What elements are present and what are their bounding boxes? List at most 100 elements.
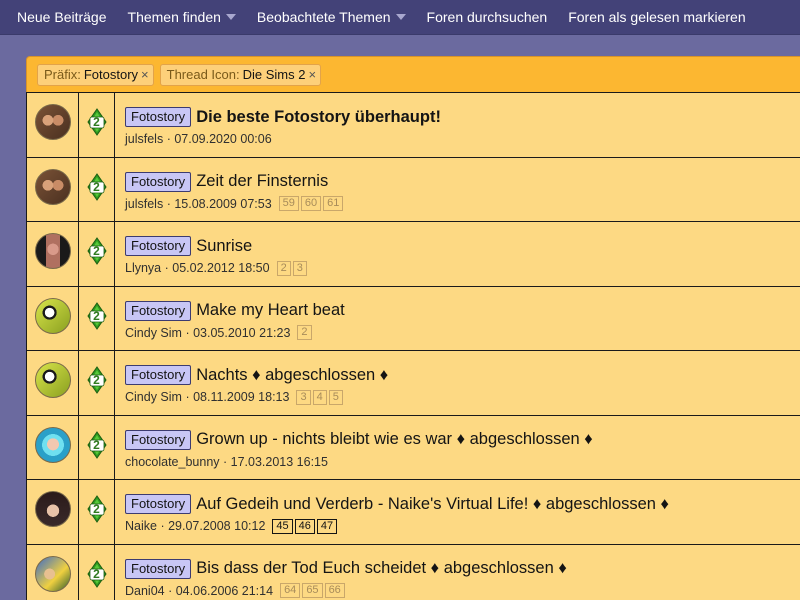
thread-title-link[interactable]: Auf Gedeih und Verderb - Naike's Virtual… [196, 495, 669, 514]
remove-filter-icon[interactable]: × [141, 67, 149, 82]
page-link[interactable]: 61 [323, 196, 344, 211]
thread-row[interactable]: 2 Fotostory Zeit der Finsternis julsfels · … [27, 157, 800, 222]
thread-title-line: Fotostory Sunrise [125, 235, 800, 257]
meta-separator: · [163, 196, 175, 211]
page-link[interactable]: 3 [292, 260, 307, 276]
page-link[interactable]: 2 [297, 325, 312, 340]
page-jump-links: 345 [296, 389, 344, 405]
thread-meta-line: Llynya · 05.02.2012 18:50 2 3 [125, 259, 800, 277]
thread-date-link[interactable]: 29.07.2008 10:12 [168, 519, 265, 533]
avatar[interactable] [34, 297, 71, 334]
prefix-badge[interactable]: Fotostory [125, 558, 192, 579]
author-link[interactable]: chocolate_bunny [125, 455, 220, 469]
nav-item-4[interactable]: Foren als gelesen markieren [568, 9, 745, 25]
thread-icon-cell: 2 [79, 415, 115, 479]
thread-title-link[interactable]: Make my Heart beat [196, 301, 345, 320]
meta-separator: · [156, 519, 169, 533]
avatar[interactable] [34, 168, 71, 205]
page-jump-links: 2 [297, 325, 313, 340]
meta-separator: · [161, 261, 173, 275]
page-link[interactable]: 45 [272, 518, 293, 534]
thread-meta: Cindy Sim · 03.05.2010 21:23 [125, 326, 290, 340]
nav-item-label: Foren durchsuchen [426, 9, 548, 25]
sims2-icon-label: 2 [93, 179, 100, 194]
thread-main-cell: Fotostory Grown up - nichts bleibt wie es… [115, 416, 800, 480]
nav-item-label: Themen finden [127, 9, 221, 25]
thread-title-link[interactable]: Bis dass der Tod Euch scheidet ♦ abgesch… [196, 559, 567, 578]
author-link[interactable]: Cindy Sim [125, 390, 182, 404]
page-link[interactable]: 59 [278, 196, 299, 211]
prefix-badge[interactable]: Fotostory [125, 236, 192, 256]
page-link[interactable]: 4 [312, 389, 327, 405]
thread-row[interactable]: 2 Fotostory Nachts ♦ abgeschlossen ♦ Cindy … [27, 351, 800, 416]
thread-title-line: Fotostory Nachts ♦ abgeschlossen ♦ [125, 364, 800, 386]
nav-item-1[interactable]: Themen finden [128, 9, 236, 25]
page-link[interactable]: 66 [324, 583, 345, 598]
prefix-badge[interactable]: Fotostory [125, 171, 192, 192]
page-link[interactable]: 60 [300, 196, 322, 211]
page-link[interactable]: 46 [294, 518, 315, 534]
thread-row[interactable]: 2 Fotostory Bis dass der Tod Euch scheidet… [27, 544, 800, 600]
thread-title-link[interactable]: Sunrise [196, 237, 252, 256]
thread-title-line: Fotostory Zeit der Finsternis [125, 171, 800, 193]
avatar[interactable] [34, 426, 71, 463]
avatar[interactable] [34, 555, 71, 592]
thread-row[interactable]: 2 Fotostory Auf Gedeih und Verderb - Naike… [27, 480, 800, 545]
thread-meta-line: Dani04 · 04.06.2006 21:14 64 65 66 [125, 582, 800, 600]
thread-date-link[interactable]: 15.08.2009 07:53 [174, 197, 271, 211]
avatar[interactable] [34, 362, 71, 398]
page-link[interactable]: 2 [276, 260, 291, 276]
filter-chip[interactable]: Thread Icon: Die Sims 2 × [159, 63, 322, 86]
author-link[interactable]: Naike [125, 519, 157, 533]
prefix-badge[interactable]: Fotostory [125, 429, 192, 450]
thread-meta: Llynya · 05.02.2012 18:50 [125, 261, 270, 275]
thread-date-link[interactable]: 04.06.2006 21:14 [176, 584, 273, 598]
author-link[interactable]: Llynya [125, 261, 161, 275]
thread-title-link[interactable]: Grown up - nichts bleibt wie es war ♦ ab… [196, 430, 593, 449]
remove-filter-icon[interactable]: × [308, 67, 316, 82]
prefix-badge[interactable]: Fotostory [125, 300, 192, 321]
thread-row[interactable]: 2 Fotostory Die beste Fotostory überhaupt!… [27, 93, 800, 158]
nav-item-3[interactable]: Foren durchsuchen [427, 9, 548, 25]
avatar-cell [27, 480, 79, 544]
thread-title-link[interactable]: Nachts ♦ abgeschlossen ♦ [196, 366, 388, 385]
thread-date-link[interactable]: 03.05.2010 21:23 [193, 326, 290, 340]
author-link[interactable]: Cindy Sim [125, 326, 182, 340]
thread-title-line: Fotostory Grown up - nichts bleibt wie es… [125, 429, 800, 451]
thread-main-cell: Fotostory Bis dass der Tod Euch scheidet … [115, 545, 800, 600]
avatar[interactable] [34, 104, 71, 140]
thread-meta-line: julsfels · 07.09.2020 00:06 [125, 130, 800, 148]
thread-title-link[interactable]: Zeit der Finsternis [196, 172, 328, 191]
avatar[interactable] [34, 491, 71, 527]
thread-row[interactable]: 2 Fotostory Sunrise Llynya · 05.02.2012 18:… [27, 222, 800, 287]
author-link[interactable]: Dani04 [125, 584, 165, 598]
author-link[interactable]: julsfels [125, 197, 163, 211]
thread-date-link[interactable]: 08.11.2009 18:13 [193, 390, 289, 404]
thread-date-link[interactable]: 05.02.2012 18:50 [172, 261, 269, 275]
meta-separator: · [163, 132, 175, 146]
thread-meta-line: chocolate_bunny · 17.03.2013 16:15 [125, 453, 800, 471]
thread-meta-line: Cindy Sim · 03.05.2010 21:23 2 [125, 324, 800, 342]
page-link[interactable]: 5 [328, 389, 343, 405]
thread-title-link[interactable]: Die beste Fotostory überhaupt! [196, 108, 441, 127]
page-link[interactable]: 47 [316, 518, 338, 534]
thread-date-link[interactable]: 17.03.2013 16:15 [231, 455, 328, 469]
thread-date-link[interactable]: 07.09.2020 00:06 [174, 132, 271, 146]
thread-row[interactable]: 2 Fotostory Make my Heart beat Cindy Sim · … [27, 286, 800, 351]
thread-icon-cell: 2 [79, 351, 115, 415]
page-link[interactable]: 3 [296, 389, 311, 405]
avatar[interactable] [34, 233, 71, 269]
filter-chip[interactable]: Präfix: Fotostory × [37, 63, 154, 86]
prefix-badge[interactable]: Fotostory [125, 365, 192, 385]
thread-row[interactable]: 2 Fotostory Grown up - nichts bleibt wie e… [27, 415, 800, 480]
chevron-down-icon[interactable] [225, 14, 236, 20]
nav-item-0[interactable]: Neue Beiträge [17, 9, 107, 25]
page-link[interactable]: 65 [302, 583, 323, 598]
nav-item-2[interactable]: Beobachtete Themen [257, 9, 406, 25]
chevron-down-icon[interactable] [395, 14, 406, 20]
prefix-badge[interactable]: Fotostory [125, 494, 192, 514]
prefix-badge[interactable]: Fotostory [125, 107, 192, 127]
sims2-icon-label: 2 [93, 115, 100, 129]
page-link[interactable]: 64 [280, 583, 301, 598]
author-link[interactable]: julsfels [125, 132, 163, 146]
